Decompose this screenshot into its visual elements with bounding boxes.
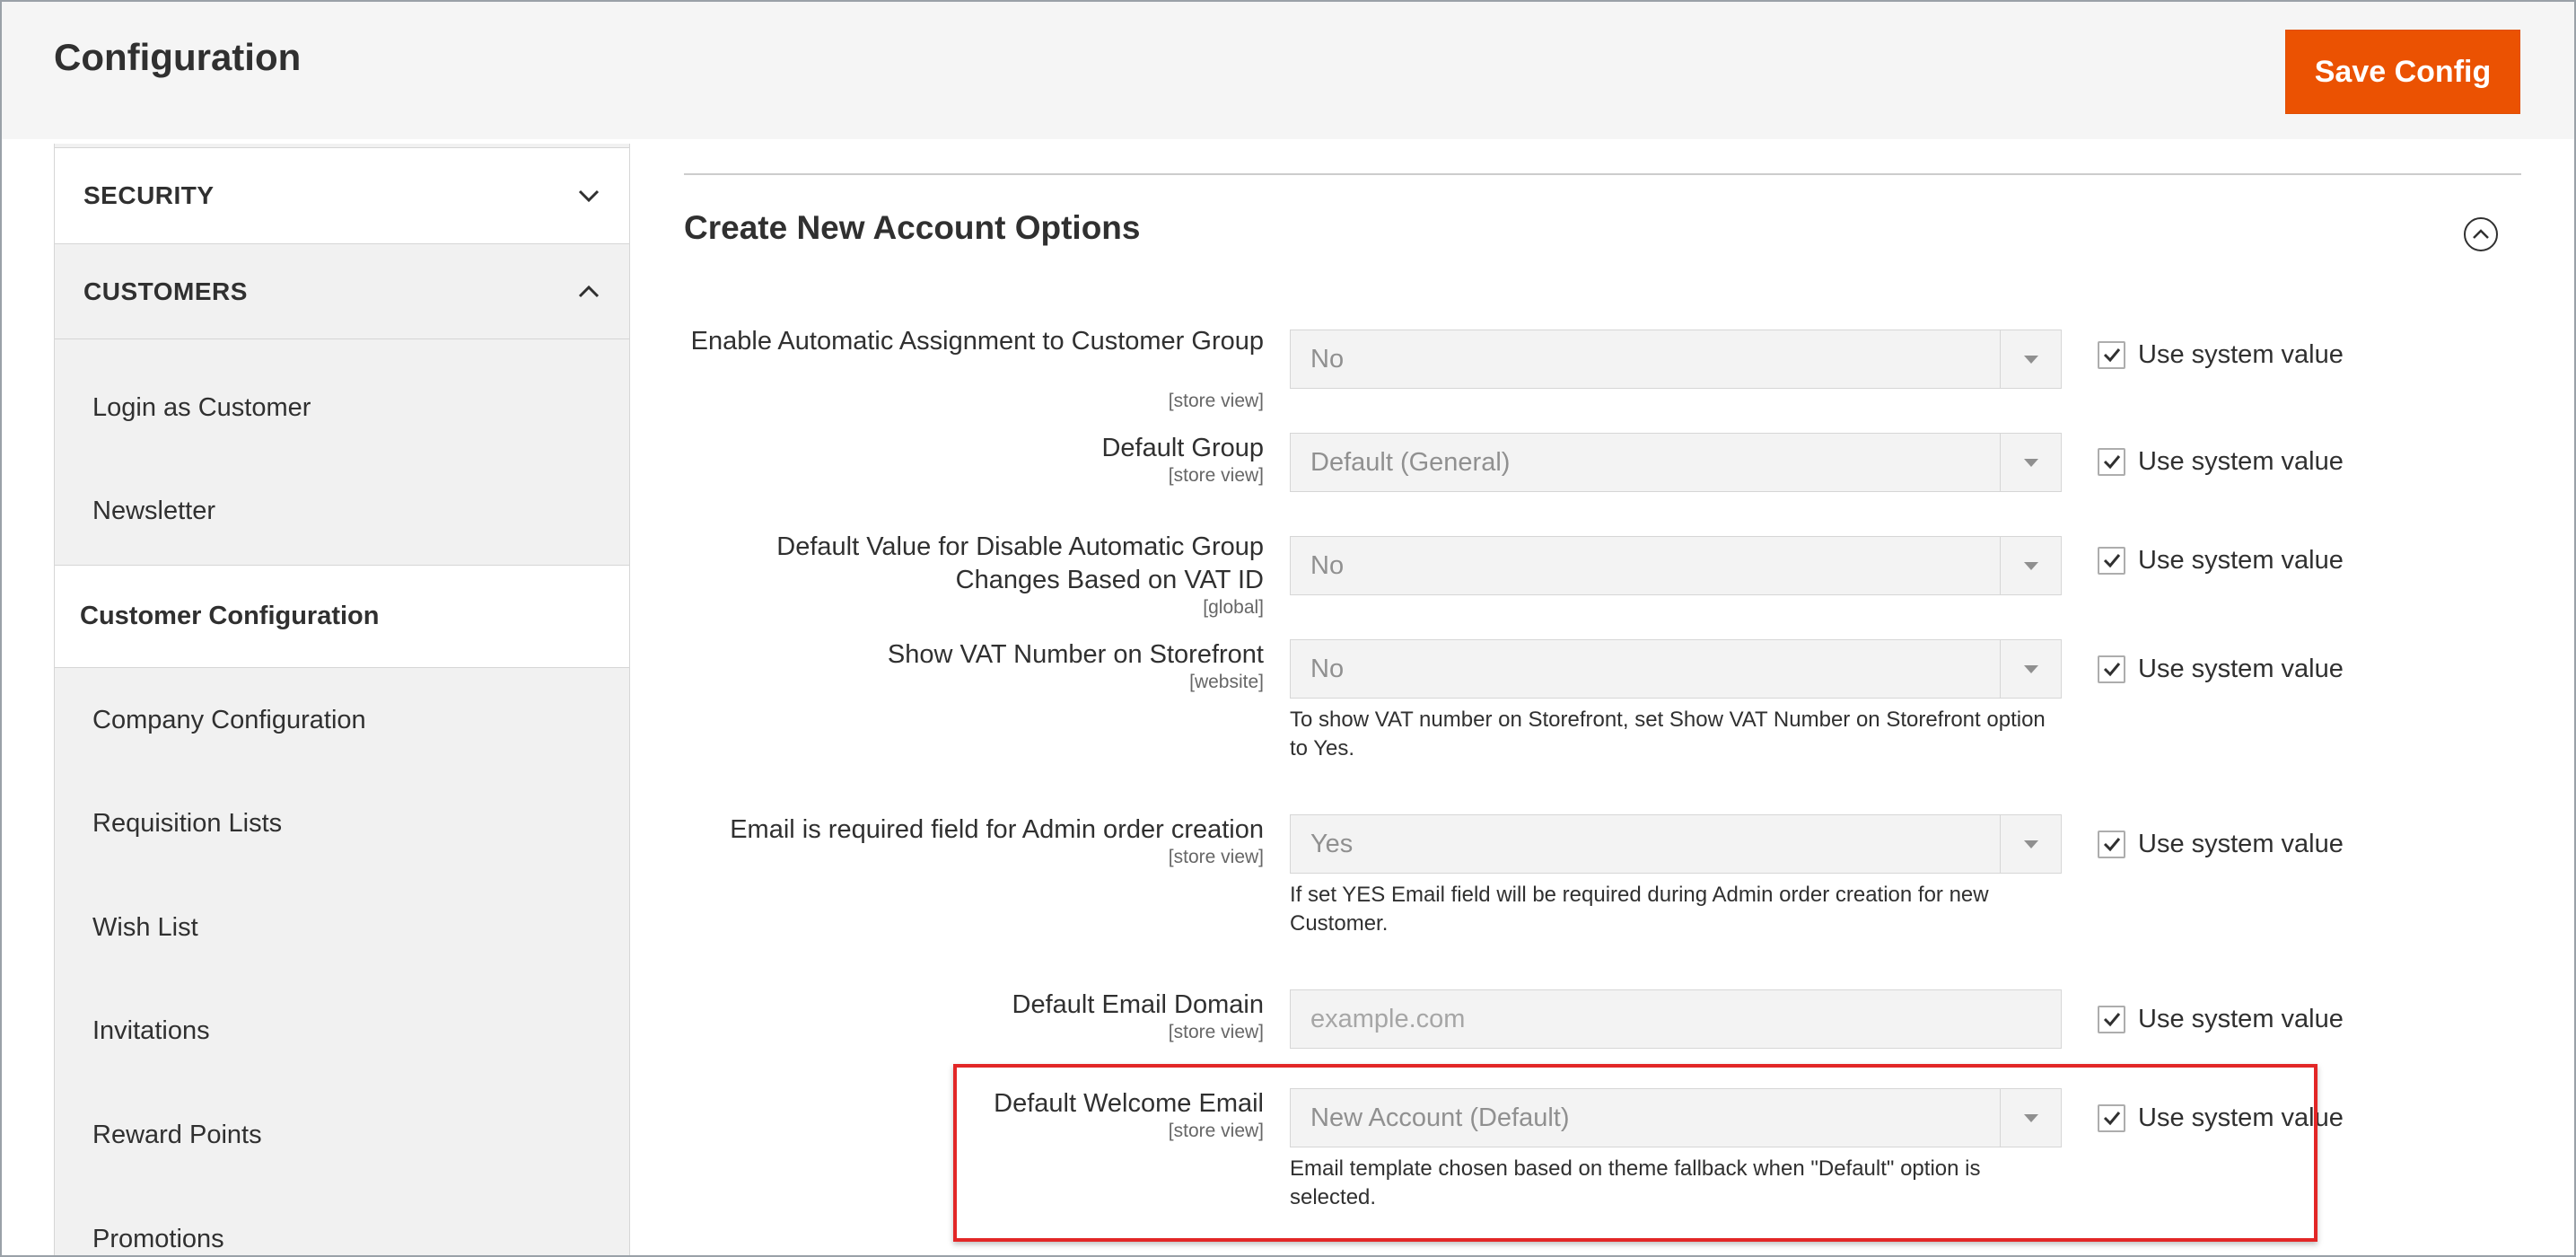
dropdown-arrow-icon [2000,1089,2061,1147]
collapse-section-button[interactable] [2464,217,2498,251]
field-label-default-group: Default Group [1101,434,1264,462]
dropdown-arrow-icon [2000,330,2061,388]
field-label-default-email-domain: Default Email Domain [1012,990,1264,1019]
field-scope: [store view] [1168,1022,1264,1042]
sidebar-item-login-as-customer[interactable]: Login as Customer [55,356,629,460]
disable-auto-group-vat-select[interactable]: No [1290,536,2062,595]
dropdown-arrow-icon [2000,537,2061,594]
checkbox-checked-icon[interactable] [2098,546,2125,575]
chevron-up-icon [575,278,602,305]
sidebar-item-customer-configuration[interactable]: Customer Configuration [55,565,629,668]
checkbox-checked-icon[interactable] [2098,830,2125,858]
checkbox-checked-icon[interactable] [2098,1005,2125,1033]
default-group-select[interactable]: Default (General) [1290,433,2062,492]
config-main: Create New Account Options Enable Automa… [682,139,2522,1257]
sidebar-item-reward-points[interactable]: Reward Points [55,1084,629,1187]
use-system-value-label: Use system value [2138,446,2344,476]
field-scope: [store view] [1168,1121,1264,1141]
sidebar-section-security[interactable]: SECURITY [55,147,629,243]
use-system-value-auto-assignment[interactable]: Use system value [2098,337,2344,373]
sidebar-section-customers[interactable]: CUSTOMERS [55,243,629,339]
field-scope: [store view] [1168,465,1264,486]
field-note-default-welcome-email: Email template chosen based on theme fal… [1290,1156,1981,1209]
save-config-button[interactable]: Save Config [2285,30,2520,114]
field-scope: [global] [1203,597,1264,618]
select-value: Default (General) [1310,448,1511,477]
use-system-value-default-group[interactable]: Use system value [2098,444,2344,479]
field-label-show-vat-number: Show VAT Number on Storefront [887,640,1264,669]
chevron-up-icon [2473,229,2489,239]
dropdown-arrow-icon [2000,434,2061,491]
sidebar-item-company-configuration[interactable]: Company Configuration [55,669,629,772]
select-value: New Account (Default) [1310,1103,1570,1132]
select-value: No [1310,345,1345,374]
sidebar-section-label: SECURITY [83,181,215,209]
sidebar-section-label: CUSTOMERS [83,277,248,305]
field-scope: [store view] [1168,847,1264,867]
sidebar-item-invitations[interactable]: Invitations [55,980,629,1083]
auto-assignment-select[interactable]: No [1290,330,2062,389]
use-system-value-label: Use system value [2138,1004,2344,1033]
use-system-value-label: Use system value [2138,339,2344,369]
use-system-value-label: Use system value [2138,829,2344,858]
checkbox-checked-icon[interactable] [2098,447,2125,476]
show-vat-number-select[interactable]: No [1290,639,2062,699]
sidebar-item-wish-list[interactable]: Wish List [55,876,629,980]
select-value: No [1310,655,1345,683]
field-label-auto-assignment: Enable Automatic Assignment to Customer … [690,327,1264,356]
use-system-value-default-email-domain[interactable]: Use system value [2098,1001,2344,1037]
field-label-disable-auto-group-vat: Default Value for Disable Automatic Grou… [776,532,1264,594]
field-scope: [website] [1189,672,1264,692]
config-sidebar: SECURITY CUSTOMERS Login as Customer New… [54,144,630,1257]
checkbox-checked-icon[interactable] [2098,655,2125,683]
use-system-value-label: Use system value [2138,654,2344,683]
chevron-down-icon [575,182,602,209]
dropdown-arrow-icon [2000,815,2061,873]
select-value: No [1310,551,1345,580]
select-value: Yes [1310,830,1354,858]
use-system-value-default-welcome-email[interactable]: Use system value [2098,1100,2344,1136]
default-email-domain-input[interactable] [1290,989,2062,1049]
field-label-default-welcome-email: Default Welcome Email [994,1089,1264,1118]
checkbox-checked-icon[interactable] [2098,1103,2125,1132]
sidebar-item-promotions[interactable]: Promotions [55,1188,629,1257]
dropdown-arrow-icon [2000,640,2061,698]
field-scope: [store view] [1168,391,1264,411]
field-note-show-vat-number: To show VAT number on Storefront, set Sh… [1290,708,2046,760]
page-title: Configuration [54,36,302,78]
checkbox-checked-icon[interactable] [2098,340,2125,369]
use-system-value-disable-auto-group-vat[interactable]: Use system value [2098,542,2344,578]
default-welcome-email-select[interactable]: New Account (Default) [1290,1088,2062,1147]
use-system-value-email-required[interactable]: Use system value [2098,826,2344,862]
section-title[interactable]: Create New Account Options [684,209,1140,247]
use-system-value-label: Use system value [2138,1103,2344,1132]
use-system-value-label: Use system value [2138,545,2344,575]
email-required-select[interactable]: Yes [1290,814,2062,874]
divider [684,173,2521,175]
sidebar-item-newsletter[interactable]: Newsletter [55,460,629,563]
field-note-email-required: If set YES Email field will be required … [1290,883,1989,936]
page-header: Configuration Save Config [0,0,2576,139]
sidebar-item-requisition-lists[interactable]: Requisition Lists [55,772,629,875]
use-system-value-show-vat-number[interactable]: Use system value [2098,651,2344,687]
field-label-email-required: Email is required field for Admin order … [730,815,1264,844]
